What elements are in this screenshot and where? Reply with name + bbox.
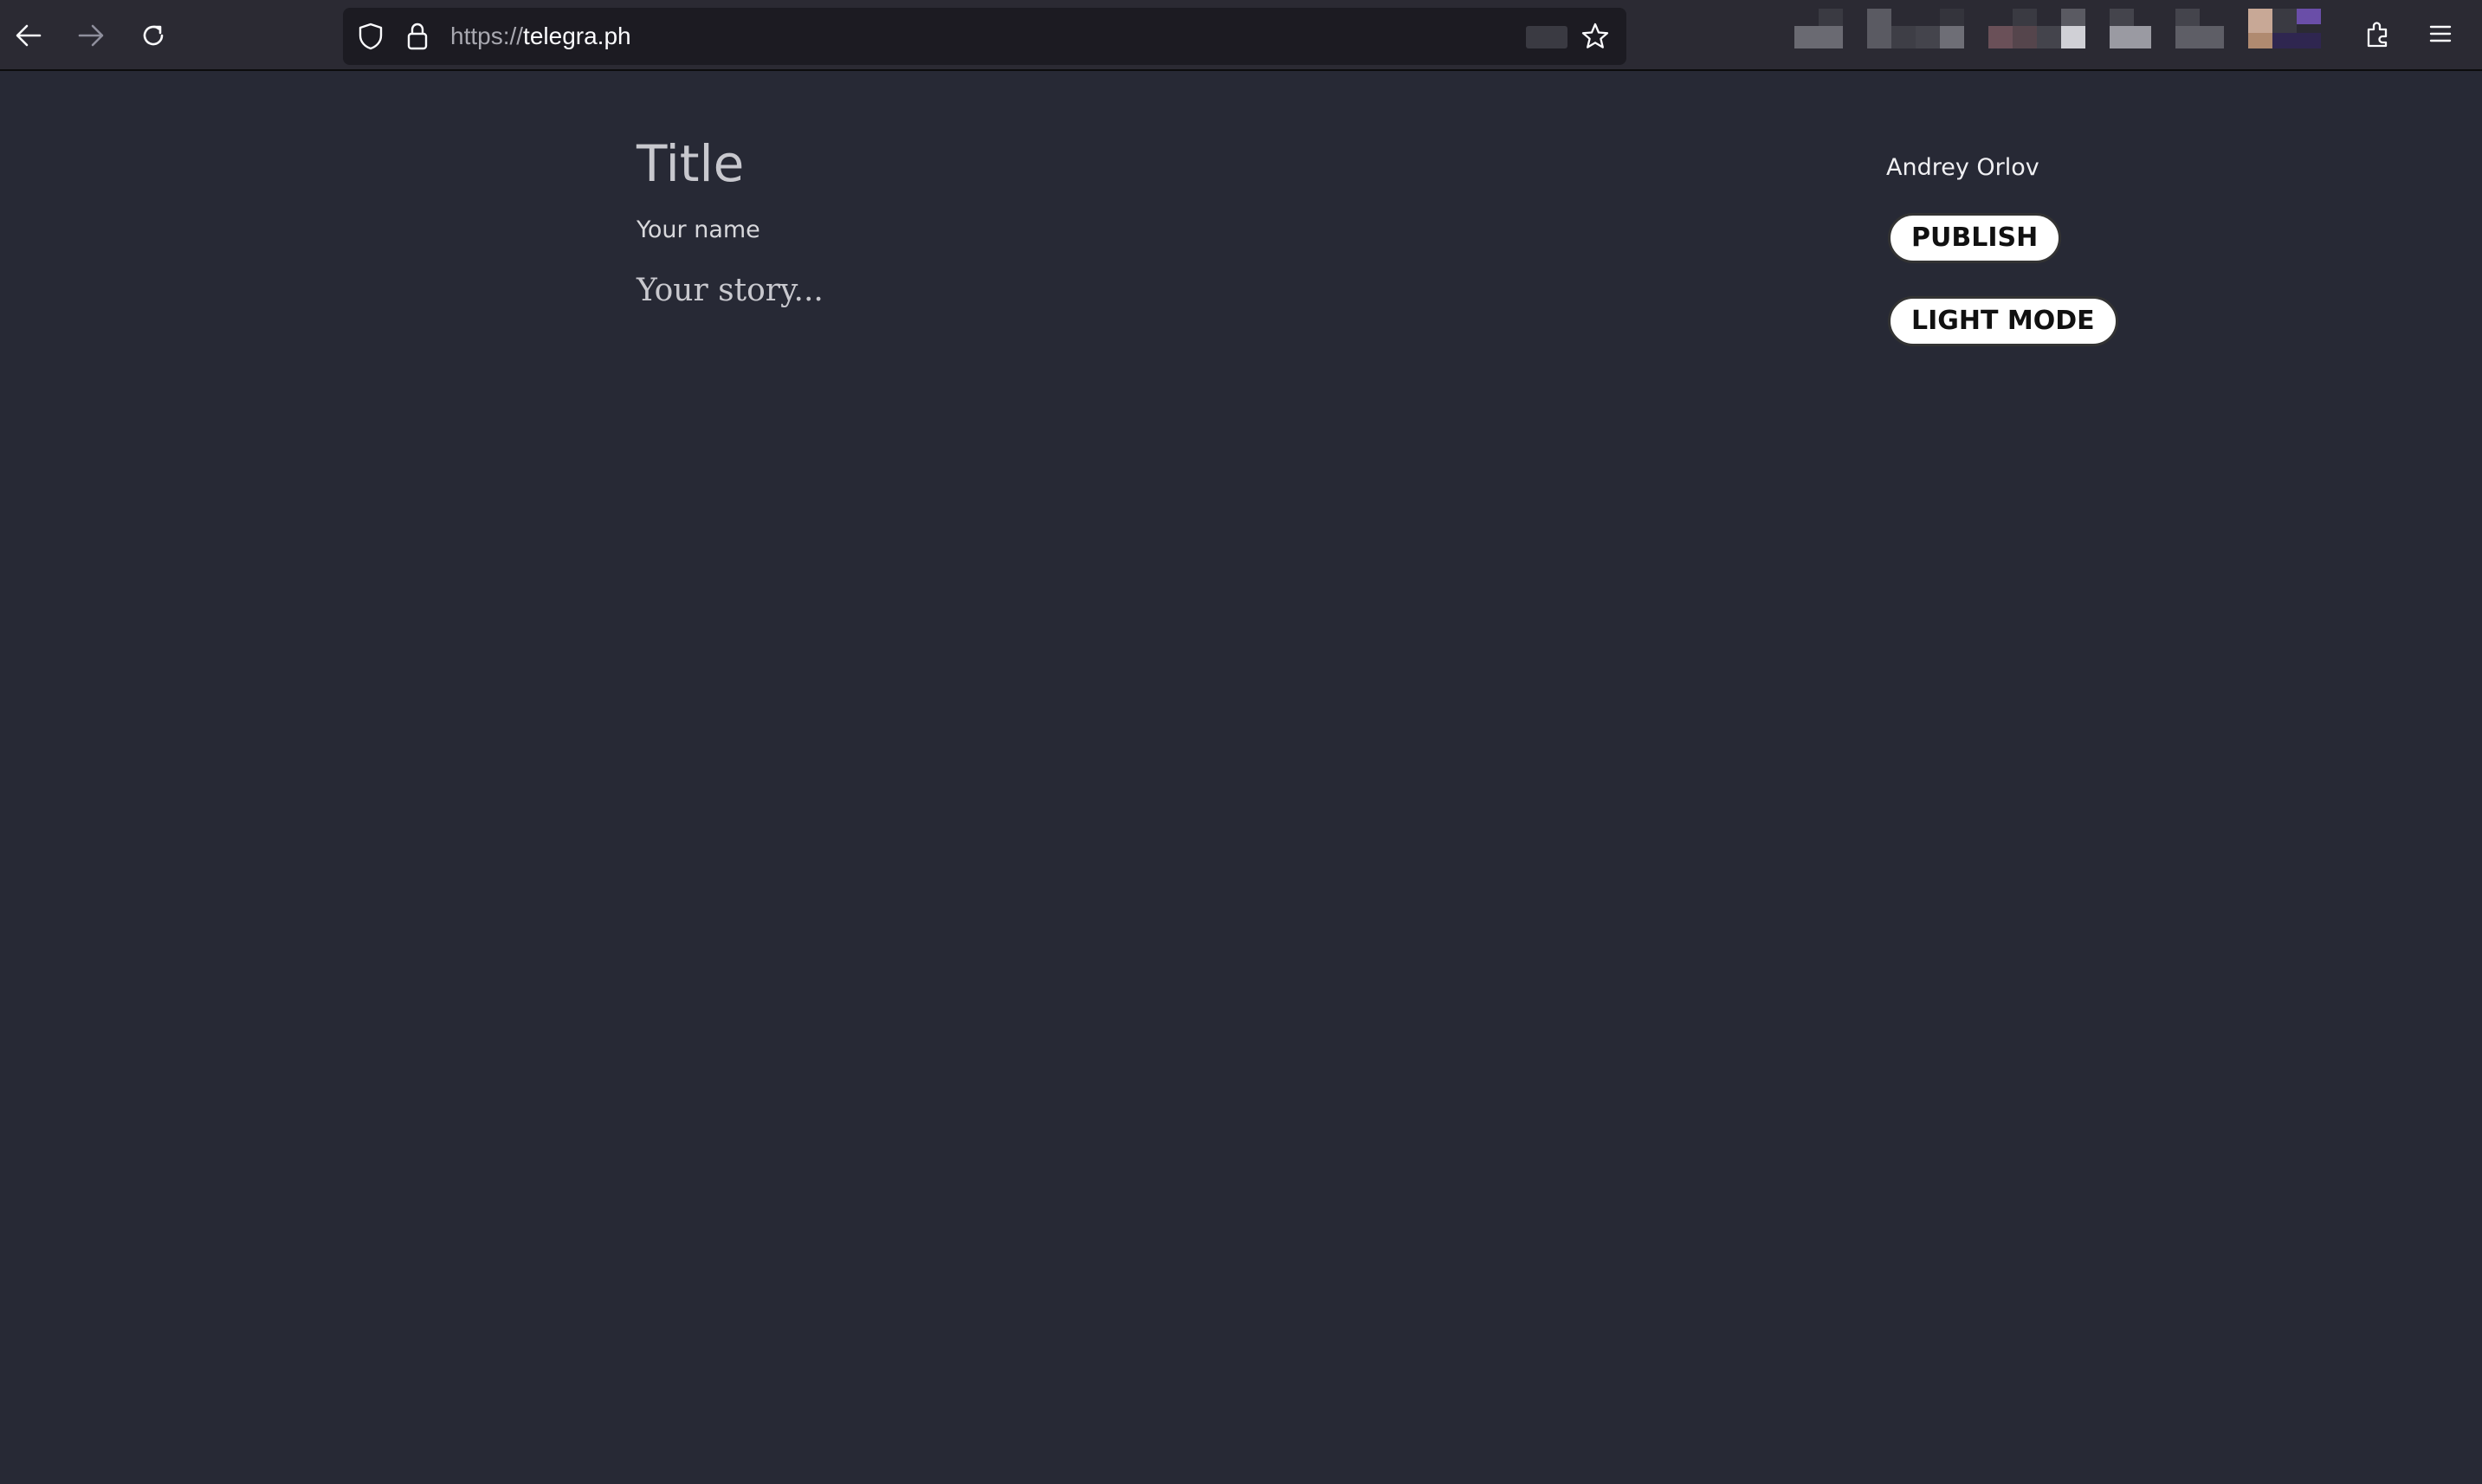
title-input[interactable]: Title (637, 139, 744, 189)
extension-icon[interactable] (1794, 9, 1843, 50)
url-text[interactable]: https://telegra.ph (450, 8, 631, 65)
back-button[interactable] (4, 11, 53, 60)
arrow-right-icon (76, 21, 106, 50)
hamburger-menu-icon (2427, 21, 2453, 51)
extensions-button[interactable] (2354, 11, 2402, 60)
story-input[interactable]: Your story... (637, 275, 824, 306)
extension-icon[interactable] (2248, 9, 2345, 50)
lock-icon[interactable] (402, 21, 433, 52)
reload-button[interactable] (129, 11, 178, 60)
arrow-left-icon (14, 21, 43, 50)
publish-button[interactable]: PUBLISH (1888, 213, 2062, 263)
extension-icon[interactable] (1867, 9, 1964, 50)
page-action-icon[interactable] (1526, 26, 1567, 48)
author-name-input[interactable]: Your name (637, 218, 760, 242)
puzzle-icon (2363, 19, 2393, 53)
url-host: telegra.ph (523, 23, 631, 49)
browser-toolbar: https://telegra.ph (0, 0, 2482, 71)
app-menu-button[interactable] (2416, 11, 2465, 60)
light-mode-button[interactable]: LIGHT MODE (1888, 296, 2118, 346)
shield-icon[interactable] (355, 21, 386, 52)
extension-icon[interactable] (1988, 9, 2085, 50)
extension-icon[interactable] (2110, 9, 2224, 50)
page-content: Title Your name Your story... Andrey Orl… (0, 73, 2482, 1484)
url-scheme: https:// (450, 23, 524, 49)
reload-icon (139, 21, 168, 50)
forward-button[interactable] (67, 11, 115, 60)
star-icon[interactable] (1580, 21, 1611, 52)
address-bar[interactable]: https://telegra.ph (343, 8, 1626, 65)
account-name[interactable]: Andrey Orlov (1886, 156, 2039, 179)
